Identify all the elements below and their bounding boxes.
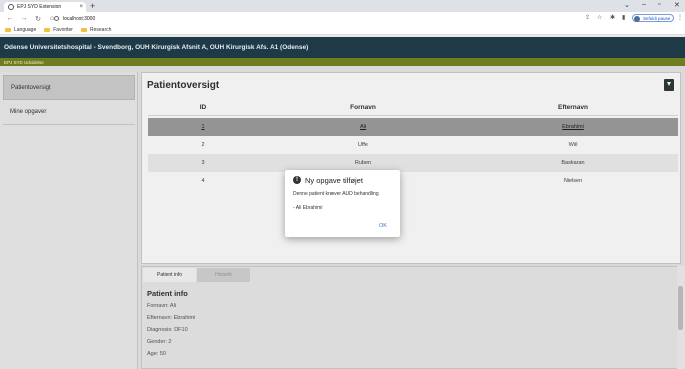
bookmark-label: Favoriter xyxy=(53,26,73,33)
restore-icon[interactable]: ▫ xyxy=(658,1,660,8)
back-icon[interactable]: ← xyxy=(6,15,14,22)
profile-label: Sefuldi pause xyxy=(643,15,671,21)
bookmarks-bar: Language Favoriter Research xyxy=(0,25,685,35)
bookmark-favoriter[interactable]: Favoriter xyxy=(44,27,73,33)
tab-close-icon[interactable]: × xyxy=(79,4,83,10)
app-subtitle: EPJ SYD Udvidelse xyxy=(4,59,44,65)
url-field[interactable]: localhost:3000 xyxy=(54,14,594,23)
globe-icon xyxy=(8,4,14,10)
share-icon[interactable]: ⇪ xyxy=(585,14,590,21)
bookmark-label: Language xyxy=(14,26,37,33)
alert-icon: ! xyxy=(293,176,301,184)
dialog-message: Denne patient kræver AUD behandling xyxy=(293,191,379,197)
ok-button[interactable]: OK xyxy=(379,223,387,229)
new-tab-icon[interactable]: + xyxy=(90,1,95,11)
browser-tab[interactable]: EPJ SYD Extension × xyxy=(4,2,86,12)
avatar xyxy=(634,16,640,22)
menu-icon[interactable]: ⋮ xyxy=(677,14,683,21)
app-title: Odense Universitetshospital - Svendborg,… xyxy=(4,44,309,51)
minimize-icon[interactable]: – xyxy=(642,1,646,8)
app-subtitle-bar: EPJ SYD Udvidelse xyxy=(0,58,685,66)
address-toolbar: ← → ↻ ⌂ localhost:3000 ⇪ ☆ ✱ ▮ Sefuldi p… xyxy=(0,12,685,25)
url-text: localhost:3000 xyxy=(63,15,96,22)
extensions-icon[interactable]: ✱ xyxy=(610,14,615,21)
folder-icon xyxy=(80,27,87,32)
sidepanel-icon[interactable]: ▮ xyxy=(622,14,625,21)
info-icon xyxy=(54,16,59,21)
notification-dialog: ! Ny opgave tilføjet Denne patient kræve… xyxy=(285,170,400,237)
chevron-down-icon[interactable]: ⌄ xyxy=(624,1,630,9)
star-icon[interactable]: ☆ xyxy=(597,14,602,21)
browser-tab-bar: EPJ SYD Extension × + ⌄ – ▫ ✕ xyxy=(0,0,685,12)
folder-icon xyxy=(5,27,11,32)
dialog-title: Ny opgave tilføjet xyxy=(305,176,363,185)
reload-icon[interactable]: ↻ xyxy=(34,15,42,23)
folder-icon xyxy=(44,27,51,32)
forward-icon[interactable]: → xyxy=(20,15,28,22)
profile-button[interactable]: Sefuldi pause xyxy=(632,14,675,22)
dialog-detail: - Ali Ebrahimi xyxy=(293,205,323,211)
app-header: Odense Universitetshospital - Svendborg,… xyxy=(0,37,685,58)
bookmark-label: Research xyxy=(89,26,112,33)
bookmark-language[interactable]: Language xyxy=(5,27,36,33)
close-window-icon[interactable]: ✕ xyxy=(674,1,680,9)
bookmark-research[interactable]: Research xyxy=(80,26,112,33)
tab-title: EPJ SYD Extension xyxy=(17,4,62,10)
